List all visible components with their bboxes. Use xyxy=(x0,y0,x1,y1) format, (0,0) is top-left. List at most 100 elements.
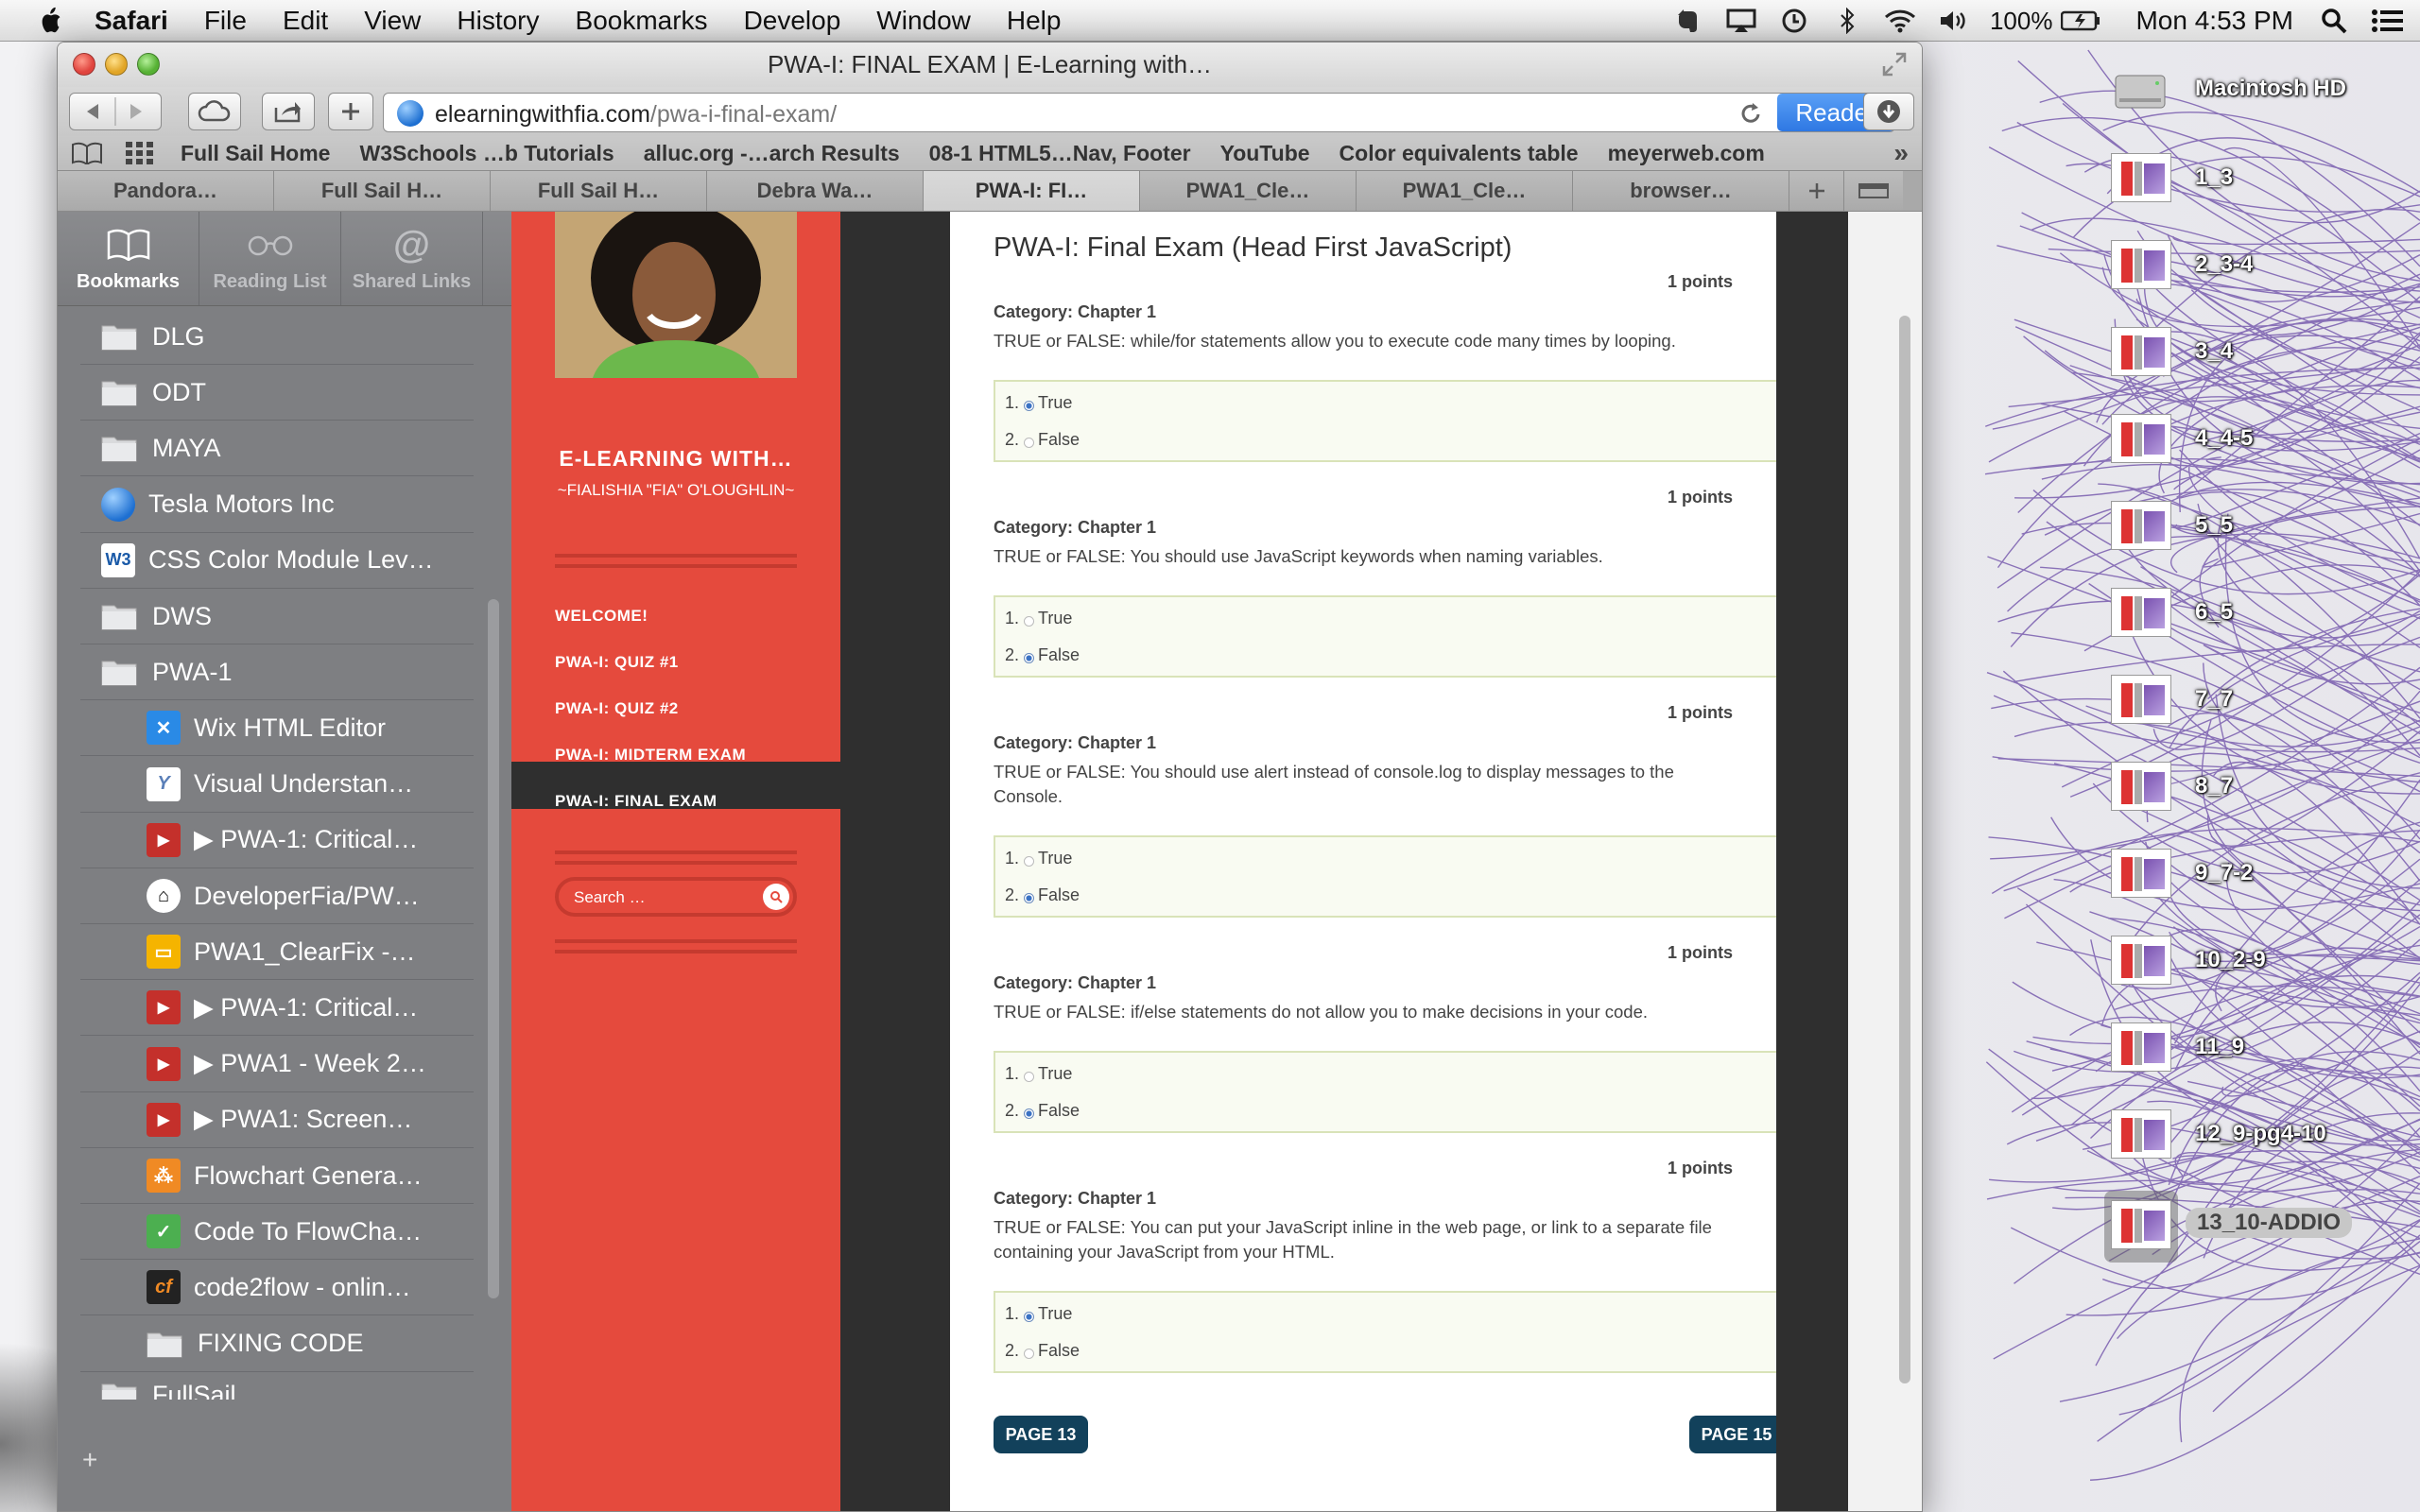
airplay-icon[interactable] xyxy=(1725,7,1757,35)
sidebar-tab-shared-links[interactable]: @ Shared Links xyxy=(341,212,483,305)
tab-0[interactable]: Pandora… xyxy=(58,171,274,211)
sidebar-bookmark-item[interactable]: ✓ Code To FlowCha… xyxy=(58,1203,474,1261)
back-forward-arrows-icon[interactable] xyxy=(70,94,161,129)
answer-option[interactable]: 1. True xyxy=(1005,1304,1072,1324)
share-button[interactable] xyxy=(262,93,315,130)
apple-menu-icon[interactable] xyxy=(38,6,66,36)
new-tab-plus-button[interactable] xyxy=(1789,171,1844,211)
evernote-icon[interactable] xyxy=(1672,7,1704,35)
address-bar[interactable]: elearningwithfia.com/pwa-i-final-exam/ R… xyxy=(383,93,1895,132)
menu-history[interactable]: History xyxy=(457,6,539,36)
reload-icon[interactable] xyxy=(1737,99,1764,128)
search-button[interactable] xyxy=(763,884,789,910)
downloads-button[interactable] xyxy=(1863,93,1914,130)
icloud-tabs-button[interactable] xyxy=(188,93,241,130)
spotlight-search-icon[interactable] xyxy=(2318,7,2350,35)
notification-center-icon[interactable] xyxy=(2371,7,2403,35)
sidebar-bookmark-item[interactable]: FIXING CODE xyxy=(58,1315,474,1372)
bookmark-full-sail-home[interactable]: Full Sail Home xyxy=(181,141,330,166)
next-page-button[interactable]: PAGE 15 xyxy=(1689,1416,1784,1453)
menu-file[interactable]: File xyxy=(204,6,247,36)
answer-radio[interactable] xyxy=(1024,653,1035,663)
battery-icon[interactable] xyxy=(2060,7,2101,35)
tab-overview-button[interactable] xyxy=(1844,171,1903,211)
menu-safari[interactable]: Safari xyxy=(95,6,168,36)
site-nav-link[interactable]: PWA-I: QUIZ #2 xyxy=(555,699,679,718)
menu-edit[interactable]: Edit xyxy=(283,6,328,36)
answer-radio[interactable] xyxy=(1024,438,1035,448)
answer-radio[interactable] xyxy=(1024,893,1035,903)
sidebar-bookmark-item[interactable]: ▶ ▶ PWA1: Screen… xyxy=(58,1091,474,1148)
sidebar-bookmark-item[interactable]: DWS xyxy=(58,588,474,644)
sidebar-bookmark-item[interactable]: ⌂ DeveloperFia/PW… xyxy=(58,868,474,924)
bookmark-meyerweb[interactable]: meyerweb.com xyxy=(1608,141,1765,166)
site-title[interactable]: E-LEARNING WITH… xyxy=(511,446,840,472)
sidebar-bookmark-item[interactable]: cf code2flow - onlin… xyxy=(58,1259,474,1316)
new-tab-button[interactable] xyxy=(328,93,373,130)
answer-radio[interactable] xyxy=(1024,401,1035,411)
answer-radio[interactable] xyxy=(1024,1349,1035,1359)
answer-radio[interactable] xyxy=(1024,856,1035,867)
sidebar-tab-reading-list[interactable]: Reading List xyxy=(199,212,341,305)
tab-4[interactable]: PWA-I: FI… xyxy=(924,171,1140,211)
bookmark-alluc[interactable]: alluc.org -…arch Results xyxy=(644,141,900,166)
answer-option[interactable]: 2. False xyxy=(1005,1341,1080,1361)
answer-option[interactable]: 1. True xyxy=(1005,393,1072,413)
previous-page-button[interactable]: PAGE 13 xyxy=(994,1416,1088,1453)
sidebar-bookmark-item[interactable]: DLG xyxy=(58,308,474,365)
sidebar-bookmark-item[interactable]: ▶ ▶ PWA-1: Critical… xyxy=(58,979,474,1037)
answer-option[interactable]: 2. False xyxy=(1005,885,1080,905)
more-bookmarks-chevron-icon[interactable]: » xyxy=(1893,138,1909,168)
tab-2[interactable]: Full Sail H… xyxy=(491,171,707,211)
bookmark-color-equivalents[interactable]: Color equivalents table xyxy=(1340,141,1579,166)
site-nav-link[interactable]: PWA-I: QUIZ #1 xyxy=(555,653,679,672)
sidebar-bookmark-item[interactable]: ▭ PWA1_ClearFix -… xyxy=(58,923,474,981)
answer-option[interactable]: 1. True xyxy=(1005,609,1072,628)
site-nav-link[interactable]: PWA-I: MIDTERM EXAM xyxy=(555,746,746,765)
tab-1[interactable]: Full Sail H… xyxy=(274,171,491,211)
sidebar-bookmark-item[interactable]: ▶ ▶ PWA1 - Week 2… xyxy=(58,1036,474,1092)
tab-5[interactable]: PWA1_Cle… xyxy=(1140,171,1357,211)
clock[interactable]: Mon 4:53 PM xyxy=(2135,6,2293,36)
bluetooth-icon[interactable] xyxy=(1831,7,1863,35)
answer-radio[interactable] xyxy=(1024,616,1035,627)
sidebar-toggle-icon[interactable] xyxy=(71,142,103,164)
answer-radio[interactable] xyxy=(1024,1312,1035,1322)
answer-option[interactable]: 2. False xyxy=(1005,430,1080,450)
bookmark-html5-nav-footer[interactable]: 08-1 HTML5…Nav, Footer xyxy=(929,141,1191,166)
time-machine-icon[interactable] xyxy=(1778,7,1810,35)
answer-option[interactable]: 2. False xyxy=(1005,645,1080,665)
sidebar-bookmark-item[interactable]: ⁂ Flowchart Genera… xyxy=(58,1147,474,1204)
sidebar-bookmark-item[interactable]: MAYA xyxy=(58,420,474,477)
site-nav-link[interactable]: PWA-I: FINAL EXAM xyxy=(555,792,717,811)
sidebar-bookmark-item[interactable]: Tesla Motors Inc xyxy=(58,476,474,533)
sidebar-bookmark-item[interactable]: ▶ ▶ PWA-1: Critical… xyxy=(58,812,474,868)
bookmark-w3schools[interactable]: W3Schools …b Tutorials xyxy=(359,141,614,166)
title-bar[interactable]: PWA-I: FINAL EXAM | E-Learning with… xyxy=(58,43,1922,87)
wifi-icon[interactable] xyxy=(1884,7,1916,35)
answer-option[interactable]: 2. False xyxy=(1005,1101,1080,1121)
site-search-field[interactable]: Search … xyxy=(555,877,797,917)
fullscreen-icon[interactable] xyxy=(1880,50,1909,78)
menu-develop[interactable]: Develop xyxy=(744,6,841,36)
volume-icon[interactable] xyxy=(1937,7,1969,35)
url-text[interactable]: elearningwithfia.com/pwa-i-final-exam/ xyxy=(435,101,837,129)
answer-radio[interactable] xyxy=(1024,1072,1035,1082)
tab-3[interactable]: Debra Wa… xyxy=(707,171,924,211)
sidebar-bookmark-item[interactable]: W3 CSS Color Module Lev… xyxy=(58,532,474,589)
sidebar-bookmark-item[interactable]: ✕ Wix HTML Editor xyxy=(58,699,474,757)
answer-option[interactable]: 1. True xyxy=(1005,1064,1072,1084)
sidebar-tab-bookmarks[interactable]: Bookmarks xyxy=(58,212,199,305)
add-bookmark-button[interactable]: + xyxy=(82,1445,97,1475)
page-scrollbar[interactable] xyxy=(1899,316,1910,1383)
sidebar-scrollbar[interactable] xyxy=(488,599,499,1298)
tab-7[interactable]: browser… xyxy=(1573,171,1789,211)
sidebar-bookmark-item[interactable]: FullSail xyxy=(58,1371,474,1400)
sidebar-bookmark-item[interactable]: ODT xyxy=(58,364,474,421)
bookmark-youtube[interactable]: YouTube xyxy=(1220,141,1310,166)
battery-percent[interactable]: 100% xyxy=(1990,7,2053,36)
tab-6[interactable]: PWA1_Cle… xyxy=(1357,171,1573,211)
menu-window[interactable]: Window xyxy=(876,6,971,36)
menu-help[interactable]: Help xyxy=(1007,6,1062,36)
answer-radio[interactable] xyxy=(1024,1108,1035,1119)
